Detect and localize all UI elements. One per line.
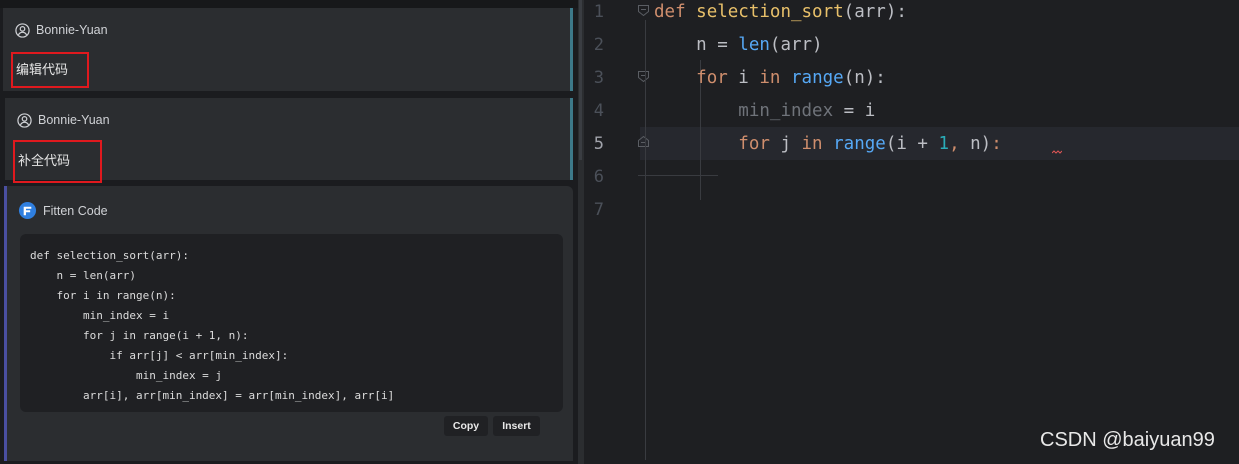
assistant-header: Fitten Code	[18, 201, 108, 220]
assistant-message: Fitten Code def selection_sort(arr): n =…	[4, 186, 573, 461]
indent-guide	[645, 20, 646, 460]
fold-icon[interactable]	[637, 135, 650, 148]
error-squiggle	[1052, 150, 1062, 154]
watermark: CSDN @baiyuan99	[1040, 429, 1215, 451]
line-number: 3	[593, 68, 604, 88]
user-avatar-icon	[15, 22, 30, 38]
code-editor[interactable]: 1 2 3 4 5 6 7 def selection_sort(arr): n…	[578, 0, 1239, 464]
copy-button[interactable]: Copy	[444, 416, 488, 436]
fitten-logo-icon	[18, 201, 37, 220]
line-number: 1	[593, 2, 604, 22]
insert-button[interactable]: Insert	[493, 416, 540, 436]
user-message: Bonnie-Yuan 编辑代码	[3, 8, 573, 91]
message-text: 补全代码	[13, 140, 102, 183]
panel-top-strip	[0, 0, 578, 8]
message-header: Bonnie-Yuan	[17, 111, 110, 129]
code-block-text: def selection_sort(arr): n = len(arr) fo…	[30, 249, 395, 402]
code-line: n = len(arr)	[654, 35, 823, 55]
line-number: 7	[593, 200, 604, 220]
line-number: 6	[593, 167, 604, 187]
message-header: Bonnie-Yuan	[15, 21, 108, 39]
code-text[interactable]: def selection_sort(arr): n = len(arr) fo…	[654, 0, 1002, 227]
fold-icon[interactable]	[637, 4, 650, 17]
code-line: for j in range(i + 1, n):	[738, 134, 1002, 154]
user-avatar-icon	[17, 112, 32, 128]
user-message: Bonnie-Yuan 补全代码	[5, 98, 573, 183]
code-block: def selection_sort(arr): n = len(arr) fo…	[20, 234, 563, 412]
code-line: def selection_sort(arr):	[654, 2, 907, 22]
line-number-gutter: 1 2 3 4 5 6 7	[578, 0, 640, 464]
code-line: for i in range(n):	[696, 68, 886, 88]
fold-icon[interactable]	[637, 70, 650, 83]
user-name: Bonnie-Yuan	[38, 113, 110, 127]
assistant-name: Fitten Code	[43, 203, 108, 218]
message-text: 编辑代码	[11, 52, 89, 88]
chat-panel: Bonnie-Yuan 编辑代码 Bonnie-Yuan 补全代码 Fitten…	[0, 0, 578, 464]
line-number: 4	[593, 101, 604, 121]
user-name: Bonnie-Yuan	[36, 23, 108, 37]
code-line: min_index = i	[738, 101, 876, 121]
line-number: 2	[593, 35, 604, 55]
line-number-active: 5	[593, 134, 604, 154]
